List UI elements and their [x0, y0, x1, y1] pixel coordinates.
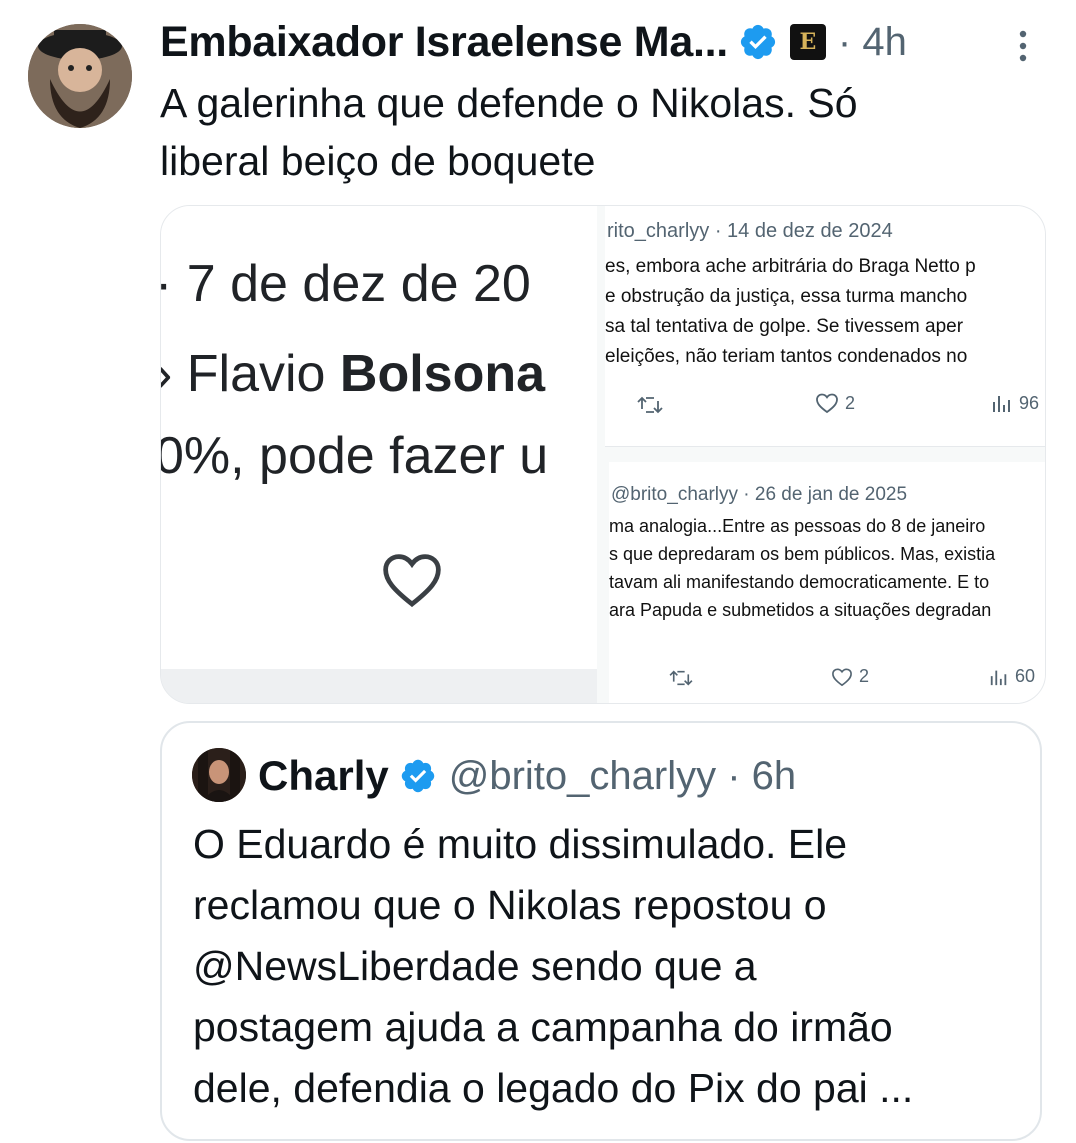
views-count: 60 [1015, 666, 1036, 686]
views-stat: 60 [989, 666, 1035, 687]
affiliate-badge[interactable]: E [789, 24, 826, 60]
image-tweet-meta: @brito_charlyy · 26 de jan de 2025 [611, 484, 908, 505]
post-text: A galerinha que defende o Nikolas. Só li… [160, 80, 858, 184]
image-tweet-line: tavam ali manifestando democraticamente.… [609, 572, 990, 592]
like-stat: 2 [831, 666, 869, 687]
media-image-top-right[interactable]: rito_charlyy · 14 de dez de 2024 es, emb… [605, 206, 1045, 447]
heart-icon [816, 393, 838, 414]
heart-icon [379, 550, 445, 613]
like-stat: 2 [815, 392, 855, 414]
image-tweet-line: ma analogia...Entre as pessoas do 8 de j… [609, 516, 986, 536]
verified-badge-icon [399, 757, 437, 795]
image-text-line: · 7 de dez de 20 [161, 255, 531, 313]
image-text-line: › Flavio Bolsona [161, 344, 545, 404]
post-time[interactable]: · 4h [838, 20, 907, 65]
image-text-fragment: › Flavio [161, 345, 340, 403]
author-avatar[interactable] [28, 24, 132, 128]
quoted-post-text: O Eduardo é muito dissimulado. Ele recla… [193, 821, 914, 1111]
image-tweet-line: ara Papuda e submetidos a situações degr… [609, 600, 992, 620]
image-tweet-line: s que depredaram os bem públicos. Mas, e… [609, 544, 996, 564]
image-divider [161, 669, 597, 703]
quoted-author-handle-time[interactable]: @brito_charlyy · 6h [449, 754, 796, 799]
image-tweet-line: e obstrução da justiça, essa turma manch… [605, 286, 968, 307]
media-image-bottom-right[interactable]: @brito_charlyy · 26 de jan de 2025 ma an… [609, 462, 1045, 703]
media-image-left[interactable]: · 7 de dez de 20 › Flavio Bolsona 0%, po… [161, 206, 597, 669]
views-count: 96 [1019, 392, 1040, 413]
image-tweet-meta: rito_charlyy · 14 de dez de 2024 [607, 220, 893, 242]
image-tweet-line: es, embora ache arbitrária do Braga Nett… [605, 256, 976, 277]
verified-badge-icon [738, 22, 778, 62]
image-tweet-line: eleições, não teriam tantos condenados n… [605, 346, 968, 367]
more-options-icon[interactable] [1010, 26, 1036, 66]
heart-icon [832, 667, 852, 686]
like-count: 2 [859, 666, 870, 686]
media-grid[interactable]: · 7 de dez de 20 › Flavio Bolsona 0%, po… [160, 205, 1046, 704]
quoted-author-name[interactable]: Charly [258, 752, 389, 800]
views-icon [990, 670, 1007, 685]
quoted-author-avatar[interactable] [192, 748, 246, 802]
like-count: 2 [845, 392, 856, 413]
image-text-bold: Bolsona [339, 345, 546, 403]
image-text-line: 0%, pode fazer u [161, 427, 549, 485]
post-header: Embaixador Israelense Ma... E · 4h [160, 14, 907, 70]
retweet-icon [669, 668, 693, 688]
author-name[interactable]: Embaixador Israelense Ma... [160, 18, 728, 67]
views-icon [993, 396, 1010, 412]
quoted-post-header: Charly @brito_charlyy · 6h [258, 748, 796, 804]
retweet-icon [637, 394, 663, 416]
image-tweet-line: sa tal tentativa de golpe. Se tivessem a… [605, 316, 964, 337]
views-stat: 96 [991, 392, 1039, 414]
